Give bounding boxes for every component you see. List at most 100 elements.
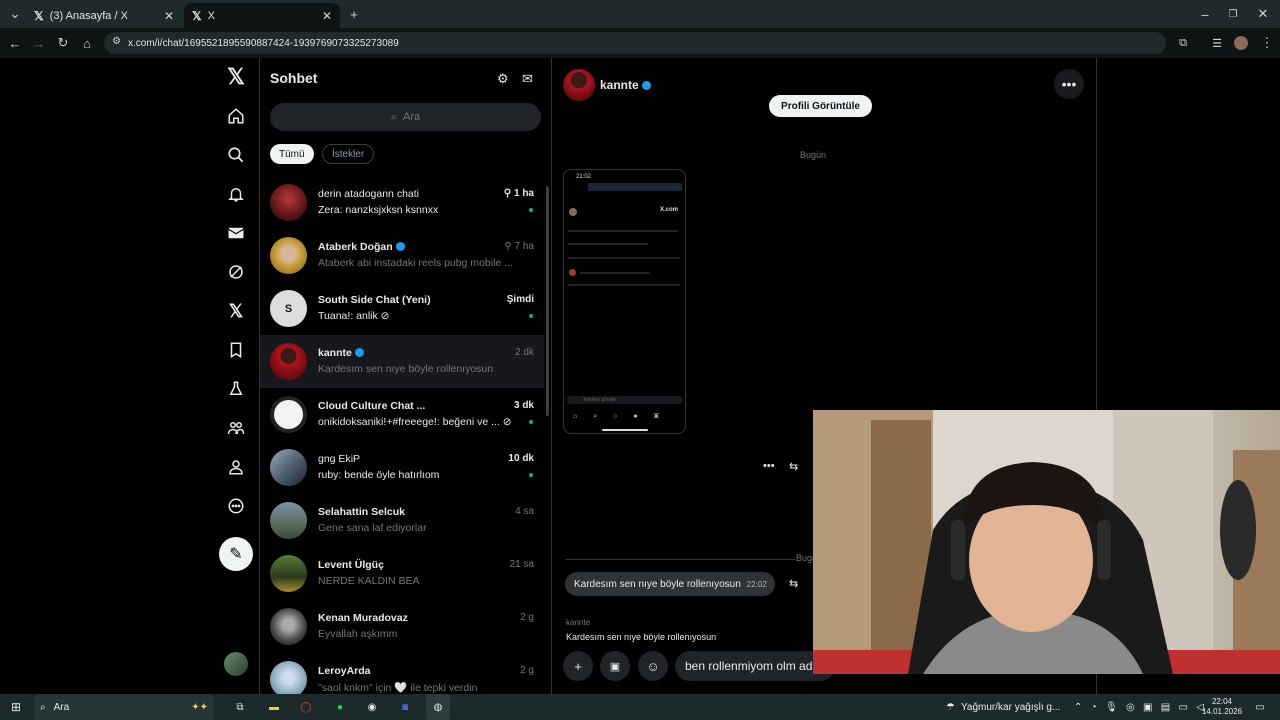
chat-row[interactable]: Ataberk Doğan ⚲ 7 ha Ataberk abi instada… <box>260 229 544 282</box>
muted-icon: ⊘ <box>502 416 512 428</box>
chat-preview: Kardesım sen nıye böyle rollenıyosun <box>318 363 494 375</box>
chat-name: LeroyArda <box>318 665 371 677</box>
conversation-avatar[interactable] <box>563 69 595 101</box>
communities-icon[interactable] <box>220 412 252 444</box>
chat-name: gng EkiP <box>318 453 361 465</box>
close-icon[interactable]: ✕ <box>164 9 174 23</box>
chat-row[interactable]: Cloud Culture Chat ... 3 dk onikidoksani… <box>260 388 544 441</box>
spotify-icon[interactable]: ● <box>330 694 350 720</box>
tab-search-icon[interactable]: ⌄ <box>4 0 26 28</box>
jobs-flask-icon[interactable] <box>220 373 252 405</box>
message-share-icon[interactable]: ⇆ <box>789 460 798 473</box>
chat-row[interactable]: Kenan Muradovaz 2 g Eyvallah aşkımm <box>260 600 544 653</box>
account-avatar[interactable] <box>224 652 248 676</box>
filter-requests-tab[interactable]: İstekler <box>322 144 375 164</box>
message-bubble[interactable]: Kardesım sen nıye böyle rollenıyosun 22:… <box>565 572 775 596</box>
add-attachment-button[interactable]: + <box>563 651 593 681</box>
avatar <box>270 343 307 380</box>
steam-icon[interactable]: ◉ <box>362 694 382 720</box>
menu-kebab-icon[interactable]: ⋮ <box>1256 28 1278 58</box>
forward-arrow-icon[interactable]: → <box>28 28 50 58</box>
back-arrow-icon[interactable]: ← <box>4 28 26 58</box>
x-logo-icon[interactable]: 𝕏 <box>220 61 252 93</box>
taskbar-search[interactable]: ⌕ Ara ✦✦ <box>34 694 214 720</box>
tab-home[interactable]: 𝕏 (3) Anasayfa / X ✕ <box>26 3 182 28</box>
screenshot-home-indicator <box>602 429 648 431</box>
extensions-icon[interactable]: ⧉ <box>1172 28 1194 58</box>
chat-time: 21 sa <box>509 559 534 570</box>
new-message-icon[interactable]: ✉ <box>522 71 533 87</box>
emoji-button[interactable]: ☺ <box>638 651 668 681</box>
feather-plus-icon: ✎ <box>229 546 243 563</box>
discord-icon[interactable]: ◙ <box>395 694 415 720</box>
start-windows-icon[interactable]: ⊞ <box>6 694 26 720</box>
close-window-button[interactable]: ✕ <box>1252 0 1274 28</box>
restore-button[interactable]: ❐ <box>1222 0 1244 28</box>
notifications-bell-icon[interactable] <box>220 178 252 210</box>
reply-to-user: kannte <box>566 618 591 627</box>
chat-row[interactable]: Levent Ülgüç 21 sa NERDE KALDIN BEA <box>260 547 544 600</box>
search-icon[interactable] <box>220 139 252 171</box>
chat-row[interactable]: LeroyArda 2 g "saol knkm" için 🤍 ile tep… <box>260 653 544 694</box>
tray-icon: ▣ <box>1143 701 1153 713</box>
notifications-icon[interactable]: ▭ <box>1250 694 1270 720</box>
chat-search-input[interactable]: ⌕ Ara <box>270 103 541 131</box>
opera-icon[interactable]: ◯ <box>296 694 316 720</box>
reload-icon[interactable]: ↻ <box>52 28 74 58</box>
messages-envelope-icon[interactable] <box>220 217 252 249</box>
settings-gear-icon[interactable]: ⚙ <box>497 71 509 87</box>
site-settings-icon[interactable]: ⚙ <box>112 36 121 47</box>
reading-list-icon[interactable]: ☰ <box>1206 28 1228 58</box>
address-bar[interactable]: ⚙ x.com/i/chat/1695521895590887424-19397… <box>104 32 1166 54</box>
chat-row[interactable]: gng EkiP 10 dk ruby: bende öyle hatırlıo… <box>260 441 544 494</box>
tab-chat[interactable]: 𝕏 X ✕ <box>184 3 340 28</box>
weather-widget[interactable]: ☂ Yağmur/kar yağışlı g... <box>946 694 1064 720</box>
task-view-icon[interactable]: ⧉ <box>230 694 250 720</box>
avatar <box>270 661 307 694</box>
tab-label: (3) Anasayfa / X <box>49 9 128 22</box>
message-composer-input[interactable]: ben rollenmiyom olm ada <box>675 651 835 681</box>
sparkle-icon: ✦✦ <box>191 701 208 713</box>
screenshot-line <box>568 243 648 245</box>
premium-x-icon[interactable]: 𝕏 <box>220 295 252 327</box>
avatar <box>270 237 307 274</box>
chat-name: Selahattin Selcuk <box>318 506 405 518</box>
chat-list-scrollbar[interactable] <box>546 186 549 416</box>
close-icon[interactable]: ✕ <box>322 9 332 23</box>
emoji-icon: ☺ <box>646 658 660 674</box>
minimize-button[interactable]: – <box>1194 0 1216 28</box>
profile-avatar-icon[interactable] <box>1230 28 1252 58</box>
chrome-icon[interactable]: ◍ <box>426 694 450 720</box>
file-explorer-icon[interactable]: ▬ <box>264 694 284 720</box>
view-profile-button[interactable]: Profili Görüntüle <box>769 95 872 117</box>
profile-icon[interactable] <box>220 451 252 483</box>
chat-row-selected[interactable]: kannte 2 dk Kardesım sen nıye böyle roll… <box>260 335 544 388</box>
chat-row[interactable]: S South Side Chat (Yeni) Şimdi Tuana!: a… <box>260 282 544 335</box>
message-more-icon[interactable]: ••• <box>763 460 775 472</box>
shared-screenshot-image[interactable]: 21:02 X.com Yanıtını gönder ⌂⌕○●▣ <box>563 169 686 434</box>
screenshot-brand: X.com <box>660 207 679 213</box>
chat-row[interactable]: derin atadogann chati ⚲ 1 ha Zera: nanzk… <box>260 176 544 229</box>
home-icon[interactable] <box>220 100 252 132</box>
system-tray[interactable]: ⌃ ◔ 🎙 ◎ ▣ ▤ ▭ ◁ <box>1074 694 1204 720</box>
chat-time: 2 dk <box>515 347 534 358</box>
gif-button[interactable]: ▣ <box>600 651 630 681</box>
grok-icon[interactable] <box>220 256 252 288</box>
chat-row[interactable]: Selahattin Selcuk 4 sa Gene sana laf edi… <box>260 494 544 547</box>
more-options-icon[interactable] <box>220 490 252 522</box>
conversation-more-button[interactable]: ••• <box>1054 69 1084 99</box>
url-text: x.com/i/chat/1695521895590887424-1939769… <box>128 37 399 49</box>
chat-preview-text: Tuana!: anlik <box>318 310 378 322</box>
filter-all-tab[interactable]: Tümü <box>270 144 314 164</box>
divider <box>565 559 795 560</box>
windows-taskbar: ⊞ ⌕ Ara ✦✦ ⧉ ▬ ◯ ● ◉ ◙ ◍ ☂ Yağmur/kar ya… <box>0 694 1280 720</box>
new-tab-button[interactable]: + <box>343 0 365 28</box>
reply-to-text: Kardesım sen nıye böyle rollenıyosun <box>566 632 717 642</box>
clock[interactable]: 22:04 14.01.2026 <box>1202 694 1242 720</box>
message-share-icon[interactable]: ⇆ <box>789 577 798 590</box>
home-icon[interactable]: ⌂ <box>76 28 98 58</box>
bookmarks-icon[interactable] <box>220 334 252 366</box>
verified-badge-icon <box>641 81 651 90</box>
compose-post-button[interactable]: ✎ <box>219 537 253 571</box>
conversation-title[interactable]: kannte <box>600 78 651 92</box>
